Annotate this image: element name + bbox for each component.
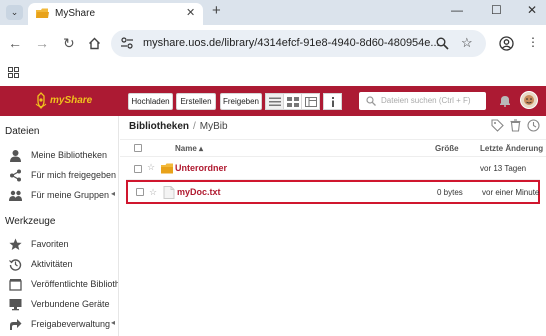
row-checkbox[interactable] — [134, 165, 142, 173]
browser-toolbar: ← → ↻ myshare.uos.de/library/4314efcf-91… — [0, 25, 546, 63]
bookmark-star-icon[interactable]: ☆ — [461, 35, 473, 51]
expand-arrow-icon[interactable]: ◂ — [111, 318, 115, 327]
sidebar-item-activities[interactable]: Aktivitäten — [9, 257, 118, 273]
tab-close-icon[interactable]: ✕ — [186, 6, 195, 19]
tab-search-button[interactable]: ⌄ — [6, 5, 23, 20]
myshare-logo-icon[interactable] — [34, 92, 48, 110]
sidebar-item-linked-devices[interactable]: Verbundene Geräte — [9, 297, 118, 313]
sidebar-item-label: Favoriten — [31, 239, 69, 249]
sidebar-item-label: Meine Bibliotheken — [31, 150, 108, 160]
file-name-link[interactable]: Unterordner — [175, 163, 227, 173]
file-modified: vor 13 Tagen — [480, 164, 527, 173]
sidebar-item-label: Aktivitäten — [31, 259, 73, 269]
clock-history-icon[interactable] — [527, 119, 540, 132]
column-name-header[interactable]: Name ▴ — [175, 144, 203, 153]
tools-heading: Werkzeuge — [5, 216, 56, 227]
address-bar[interactable]: myshare.uos.de/library/4314efcf-91e8-494… — [111, 30, 486, 57]
grid-view-button[interactable] — [283, 93, 302, 110]
table-row[interactable]: ☆ Unterordner vor 13 Tagen — [126, 158, 540, 180]
file-modified: vor einer Minute — [482, 188, 540, 197]
info-button[interactable] — [323, 93, 342, 110]
file-search-input[interactable]: Dateien suchen (Ctrl + F) — [359, 92, 486, 110]
upload-button[interactable]: Hochladen — [128, 93, 173, 110]
star-icon — [9, 238, 22, 250]
brand-name[interactable]: myShare — [50, 95, 92, 106]
sidebar-item-label: Veröffentlichte Bibliotheken — [31, 279, 118, 289]
breadcrumb-current: MyBib — [199, 121, 228, 132]
files-heading: Dateien — [5, 126, 40, 137]
column-size-header[interactable]: Größe — [435, 144, 459, 153]
new-tab-icon[interactable]: + — [212, 2, 221, 19]
browser-menu-icon[interactable]: ⋮ — [527, 35, 539, 49]
browser-tab-bar: ⌄ MyShare ✕ + — ☐ ✕ — [0, 0, 546, 25]
select-all-checkbox[interactable] — [134, 144, 142, 152]
sidebar-item-my-libraries[interactable]: Meine Bibliotheken — [9, 148, 118, 164]
breadcrumb-separator: / — [193, 121, 196, 132]
expand-arrow-icon[interactable]: ◂ — [111, 189, 115, 198]
forward-icon[interactable]: → — [35, 36, 49, 50]
tab-title: MyShare — [55, 8, 96, 19]
zoom-icon[interactable] — [436, 37, 449, 50]
list-view-button[interactable] — [265, 93, 284, 110]
favorite-star-icon[interactable]: ☆ — [149, 187, 157, 198]
home-icon[interactable] — [88, 37, 101, 50]
search-placeholder: Dateien suchen (Ctrl + F) — [381, 96, 471, 105]
person-icon — [10, 150, 21, 162]
tag-icon[interactable] — [491, 119, 504, 132]
breadcrumb-root-link[interactable]: Bibliotheken — [129, 121, 189, 132]
apps-grid-icon[interactable] — [8, 67, 19, 78]
history-icon — [9, 259, 22, 271]
reload-icon[interactable]: ↻ — [63, 36, 75, 50]
share-icon — [10, 169, 21, 182]
sidebar-item-shared-with-me[interactable]: Für mich freigegeben — [9, 168, 118, 184]
app-header: myShare Hochladen Erstellen Freigeben Da… — [0, 86, 546, 116]
site-info-icon[interactable] — [120, 36, 134, 50]
breadcrumb: Bibliotheken / MyBib — [129, 121, 228, 132]
maximize-icon[interactable]: ☐ — [491, 3, 502, 17]
published-icon — [9, 279, 22, 291]
column-view-button[interactable] — [301, 93, 320, 110]
group-icon — [9, 190, 22, 201]
info-icon — [332, 97, 334, 107]
table-header: Name ▴ Größe Letzte Änderung — [120, 139, 546, 157]
search-icon — [366, 96, 376, 106]
share-button[interactable]: Freigeben — [220, 93, 262, 110]
url-text: myshare.uos.de/library/4314efcf-91e8-494… — [143, 37, 440, 49]
profile-icon[interactable] — [499, 36, 514, 51]
sidebar: Dateien Meine Bibliotheken Für mich frei… — [0, 116, 119, 336]
sidebar-item-label: Freigabeverwaltung — [31, 319, 111, 329]
file-name-link[interactable]: myDoc.txt — [177, 187, 221, 197]
column-view-icon — [305, 97, 317, 107]
folder-icon — [161, 163, 173, 174]
sidebar-item-label: Verbundene Geräte — [31, 299, 110, 309]
notification-bell-icon[interactable] — [499, 94, 511, 107]
browser-tab[interactable]: MyShare ✕ — [28, 3, 203, 25]
sidebar-item-my-groups[interactable]: Für meine Gruppen ◂ — [9, 188, 118, 204]
sidebar-item-published-libraries[interactable]: Veröffentlichte Bibliotheken — [9, 277, 118, 293]
sidebar-item-label: Für meine Gruppen — [31, 190, 110, 200]
avatar-face-icon — [524, 95, 534, 105]
grid-view-icon — [287, 97, 299, 107]
user-avatar[interactable] — [520, 91, 538, 109]
folder-favicon-icon — [36, 8, 49, 18]
sidebar-item-label: Für mich freigegeben — [31, 170, 117, 180]
favorite-star-icon[interactable]: ☆ — [147, 162, 155, 173]
bookmarks-bar — [0, 63, 546, 85]
sidebar-item-favorites[interactable]: Favoriten — [9, 237, 118, 253]
share-admin-icon — [10, 319, 22, 330]
window-close-icon[interactable]: ✕ — [527, 3, 537, 17]
trash-icon[interactable] — [509, 119, 522, 132]
row-checkbox[interactable] — [136, 188, 144, 196]
table-row-selected[interactable]: ☆ myDoc.txt 0 bytes vor einer Minute — [126, 180, 540, 204]
column-modified-header[interactable]: Letzte Änderung — [480, 144, 543, 153]
back-icon[interactable]: ← — [8, 36, 22, 50]
main-content: Bibliotheken / MyBib Name ▴ Größe Letzte Ä… — [120, 116, 546, 336]
list-view-icon — [269, 97, 281, 106]
create-button[interactable]: Erstellen — [176, 93, 216, 110]
monitor-icon — [9, 299, 22, 311]
minimize-icon[interactable]: — — [451, 3, 463, 17]
file-size: 0 bytes — [437, 188, 463, 197]
text-file-icon — [163, 186, 175, 199]
sidebar-item-share-admin[interactable]: Freigabeverwaltung ◂ — [9, 317, 118, 333]
